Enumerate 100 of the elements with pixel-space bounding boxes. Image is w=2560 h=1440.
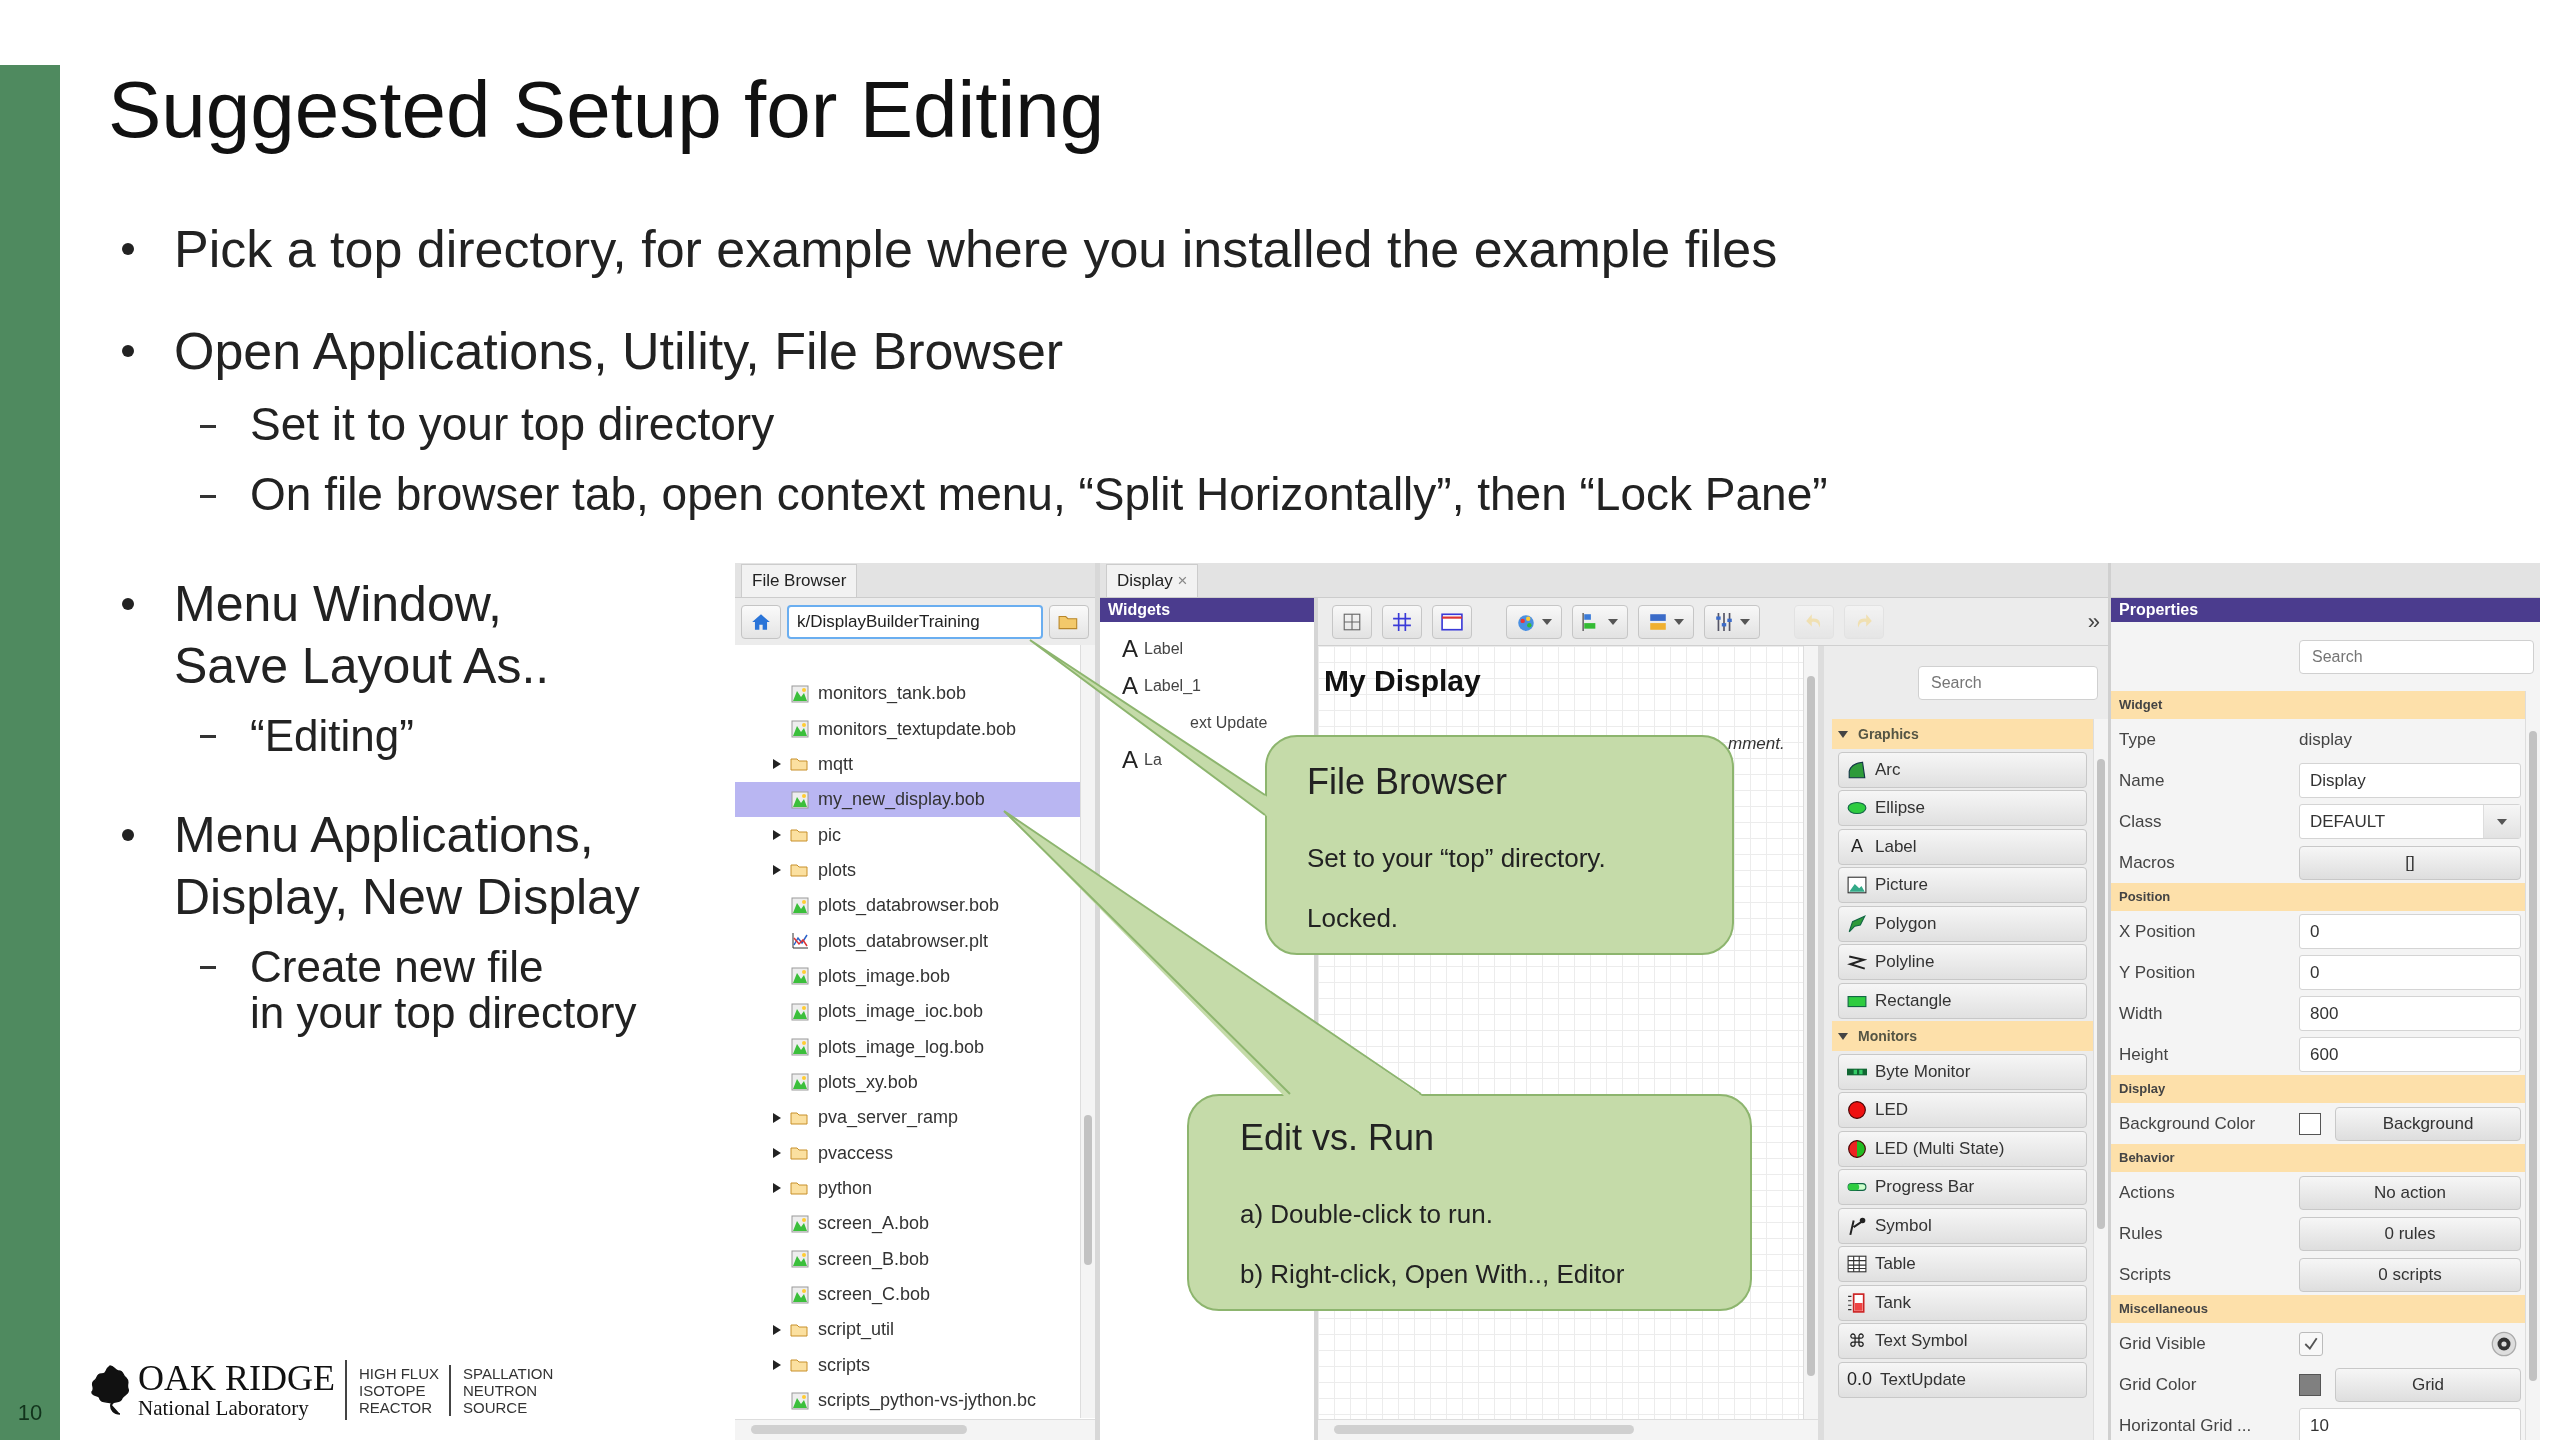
widget-button[interactable]: Table bbox=[1838, 1246, 2087, 1282]
scrollbar[interactable] bbox=[1803, 646, 1818, 1420]
expand-arrow-icon[interactable] bbox=[1838, 1032, 1848, 1040]
expand-arrow-icon[interactable] bbox=[773, 1360, 781, 1371]
widget-button[interactable]: LED (Multi State) bbox=[1838, 1130, 2087, 1167]
widget-button[interactable]: Byte Monitor bbox=[1838, 1053, 2087, 1090]
file-tree-item[interactable]: screen_A.bob bbox=[735, 1206, 1080, 1242]
expand-arrow-icon[interactable] bbox=[773, 759, 781, 770]
logo-subtitle: National Laboratory bbox=[138, 1396, 310, 1420]
property-button[interactable]: 0 scripts bbox=[2299, 1257, 2521, 1292]
dropdown-button[interactable] bbox=[1572, 604, 1628, 639]
text-field[interactable]: Display bbox=[2299, 763, 2521, 798]
widget-button[interactable]: Progress Bar bbox=[1838, 1169, 2087, 1205]
display-file-icon bbox=[790, 720, 810, 738]
text-field[interactable]: 0 bbox=[2299, 914, 2521, 949]
property-label: Class bbox=[2119, 811, 2163, 832]
bullet-text: Menu Window, Save Layout As.. bbox=[174, 575, 550, 696]
widget-button[interactable]: LED bbox=[1838, 1092, 2087, 1128]
file-browser-tab[interactable]: File Browser bbox=[741, 564, 858, 597]
open-folder-button[interactable] bbox=[1049, 604, 1089, 639]
path-field[interactable]: k/DisplayBuilderTraining bbox=[787, 604, 1043, 639]
text-field[interactable]: 10 bbox=[2299, 1408, 2521, 1440]
grid-button[interactable] bbox=[1332, 604, 1372, 639]
file-tree-item[interactable]: python bbox=[735, 1170, 1080, 1207]
widget-name: Label bbox=[1144, 639, 1184, 658]
expand-arrow-icon[interactable] bbox=[773, 830, 781, 841]
file-tree-item[interactable]: plots_xy.bob bbox=[735, 1064, 1080, 1101]
widget-button[interactable]: Symbol bbox=[1838, 1207, 2087, 1244]
expand-arrow-icon[interactable] bbox=[773, 1183, 781, 1194]
crosshair-icon bbox=[1392, 611, 1412, 632]
property-button[interactable]: 0 rules bbox=[2299, 1216, 2521, 1251]
display-file-icon bbox=[790, 1214, 810, 1233]
text-field[interactable]: 0 bbox=[2299, 955, 2521, 990]
file-tree-item[interactable]: pvaccess bbox=[735, 1135, 1080, 1171]
section-header[interactable]: Monitors bbox=[1832, 1021, 2093, 1051]
file-tree-item[interactable]: screen_B.bob bbox=[735, 1241, 1080, 1277]
file-tree-item[interactable]: plots_image_ioc.bob bbox=[735, 994, 1080, 1030]
property-button[interactable]: [] bbox=[2299, 845, 2521, 880]
snap-button[interactable] bbox=[1382, 604, 1422, 639]
leaf-icon bbox=[90, 1364, 130, 1416]
slide-title: Suggested Setup for Editing bbox=[108, 64, 1106, 156]
file-tree-item[interactable]: plots_image_log.bob bbox=[735, 1029, 1080, 1065]
dropdown-button[interactable] bbox=[1638, 604, 1694, 639]
file-tree-item[interactable]: plots_databrowser.bob bbox=[735, 888, 1080, 924]
expand-arrow-icon[interactable] bbox=[773, 865, 781, 876]
widget-tree-item[interactable]: A Label_1 bbox=[1100, 667, 1314, 704]
file-tree-item[interactable]: scripts_python-vs-jython.bc bbox=[735, 1382, 1080, 1419]
widget-button[interactable]: Arc bbox=[1838, 751, 2087, 788]
widget-tree-item[interactable]: A Label bbox=[1100, 630, 1314, 667]
file-tree-item[interactable]: screen_C.bob bbox=[735, 1276, 1080, 1313]
dropdown-button[interactable] bbox=[1704, 604, 1760, 639]
widget-button[interactable]: A Label bbox=[1838, 828, 2087, 865]
dropdown[interactable]: DEFAULT bbox=[2299, 804, 2521, 839]
color-button[interactable]: Grid bbox=[2335, 1367, 2521, 1402]
settings-icon[interactable] bbox=[2491, 1330, 2517, 1357]
scrollbar[interactable] bbox=[2525, 691, 2540, 1440]
expand-arrow-icon[interactable] bbox=[773, 1112, 781, 1123]
display-tab[interactable]: Display × bbox=[1106, 564, 1199, 597]
file-tree-item[interactable]: pva_server_ramp bbox=[735, 1100, 1080, 1136]
color-button[interactable]: Background bbox=[2335, 1106, 2521, 1141]
scrollbar[interactable] bbox=[1080, 645, 1095, 1418]
expand-arrow-icon[interactable] bbox=[1838, 730, 1848, 738]
color-swatch[interactable] bbox=[2299, 1373, 2321, 1396]
file-tree-item[interactable]: plots_databrowser.plt bbox=[735, 923, 1080, 959]
file-tree-item[interactable]: plots_image.bob bbox=[735, 958, 1080, 995]
widget-button[interactable]: Polyline bbox=[1838, 944, 2087, 980]
bullet-icon bbox=[122, 243, 134, 255]
checkbox[interactable] bbox=[2299, 1331, 2323, 1356]
chart-icon bbox=[790, 932, 810, 951]
color-swatch[interactable] bbox=[2299, 1112, 2321, 1135]
widget-button[interactable]: Rectangle bbox=[1838, 982, 2087, 1019]
scrollbar[interactable] bbox=[1318, 1419, 1818, 1440]
text-field[interactable]: 800 bbox=[2299, 996, 2521, 1031]
section-header[interactable]: Graphics bbox=[1832, 719, 2093, 749]
file-tree-item[interactable]: monitors_textupdate.bob bbox=[735, 711, 1080, 747]
expand-arrow-icon[interactable] bbox=[773, 1324, 781, 1335]
scrollbar[interactable] bbox=[2093, 719, 2108, 1440]
file-tree-item[interactable]: pic bbox=[735, 817, 1080, 853]
search-field[interactable]: Search bbox=[2299, 639, 2534, 674]
widget-button[interactable]: Picture bbox=[1838, 867, 2087, 903]
more-button[interactable]: » bbox=[2087, 608, 2100, 635]
file-tree-item[interactable]: monitors_tank.bob bbox=[735, 676, 1080, 712]
scrollbar[interactable] bbox=[735, 1419, 1095, 1440]
widget-button[interactable]: Polygon bbox=[1838, 905, 2087, 942]
widget-tree-item[interactable]: ext Update bbox=[1100, 704, 1314, 741]
widget-button[interactable]: ⌘ Text Symbol bbox=[1838, 1323, 2087, 1359]
text-field[interactable]: 600 bbox=[2299, 1037, 2521, 1072]
widget-button[interactable]: Ellipse bbox=[1838, 790, 2087, 826]
file-tree-item[interactable]: script_util bbox=[735, 1312, 1080, 1348]
dropdown-button[interactable] bbox=[1506, 604, 1562, 639]
coordinates-button[interactable] bbox=[1432, 604, 1472, 639]
home-button[interactable] bbox=[741, 604, 781, 639]
file-tree-item[interactable]: mqtt bbox=[735, 746, 1080, 783]
widget-button[interactable]: Tank bbox=[1838, 1284, 2087, 1321]
expand-arrow-icon[interactable] bbox=[773, 1148, 781, 1159]
search-field[interactable]: Search bbox=[1918, 665, 2098, 700]
property-button[interactable]: No action bbox=[2299, 1175, 2521, 1210]
widget-button[interactable]: 0.0 TextUpdate bbox=[1838, 1361, 2087, 1398]
file-tree-item[interactable]: scripts bbox=[735, 1347, 1080, 1383]
file-tree-item[interactable]: my_new_display.bob bbox=[735, 782, 1080, 818]
